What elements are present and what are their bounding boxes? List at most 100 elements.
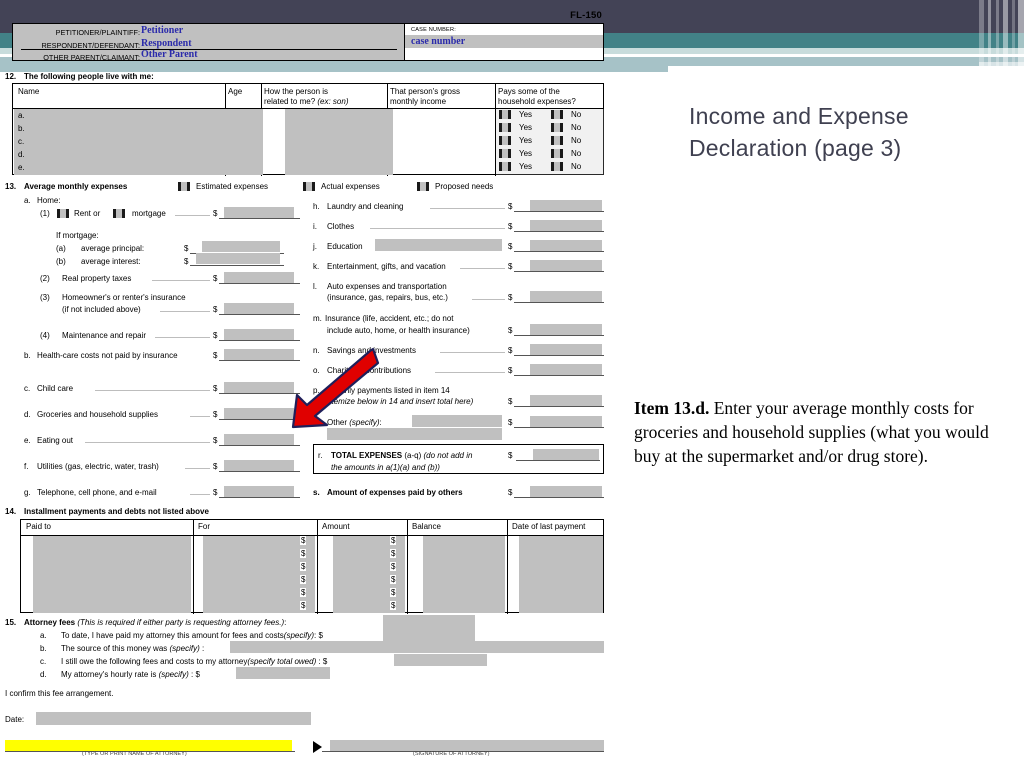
dollar-sign: $ [213,488,218,497]
item12-yes-label: Yes [519,162,533,171]
item15d-rate-field[interactable] [236,667,330,679]
item12-no-label: No [571,110,582,119]
item14-number: 14. [5,507,17,516]
rent-checkbox[interactable] [57,209,69,218]
item12-no-checkbox[interactable] [551,123,563,132]
respondent-value: Respondent [141,37,192,49]
item12-yes-checkbox[interactable] [499,110,511,119]
maintenance-field[interactable] [224,329,294,340]
attorney-signature-field[interactable] [330,740,604,751]
item12-yes-checkbox[interactable] [499,136,511,145]
savings-field[interactable] [530,344,602,355]
item13h-text: Laundry and cleaning [327,202,404,211]
total-expenses-range: (a-q) [404,451,422,460]
paid-by-others-field[interactable] [530,486,602,497]
dollar-sign: $ [508,202,513,211]
item12-no-checkbox[interactable] [551,110,563,119]
item12-row-letter: c. [18,137,25,146]
clothes-field[interactable] [530,220,602,231]
item12-yes-label: Yes [519,110,533,119]
attorney-fees-colon: : [284,618,287,627]
item12-yes-label: Yes [519,123,533,132]
dollar-sign: $ [213,384,218,393]
item12-income-cells[interactable] [285,109,393,175]
item13r-line1: TOTAL EXPENSES (a-q) (do not add in [331,451,472,460]
item13a2-text: Real property taxes [62,274,132,283]
item14-date-cells[interactable] [519,536,603,613]
item13b-text: Health-care costs not paid by insurance [37,351,178,360]
item13m-text: Insurance (life, accident, etc.; do not [325,314,454,323]
item14-table [20,519,604,614]
item12-yes-checkbox[interactable] [499,162,511,171]
charitable-field[interactable] [530,364,602,375]
healthcare-field[interactable] [224,349,294,360]
childcare-field[interactable] [224,382,294,393]
item13a3-text2: (if not included above) [62,305,141,314]
insurance-field[interactable] [530,324,602,335]
telephone-field[interactable] [224,486,294,497]
item12-col-age: Age [228,87,243,96]
item14-balance-cells[interactable] [423,536,505,613]
avg-interest-field[interactable] [196,253,280,264]
actual-expenses-checkbox[interactable] [303,182,315,191]
item12-row-letter: a. [18,111,25,120]
entertainment-field[interactable] [530,260,602,271]
rent-label: Rent or [74,209,101,218]
dollar-sign: $ [213,410,218,419]
rent-amount-field[interactable] [224,207,294,218]
case-number-value: case number [411,36,466,47]
item13s-text: Amount of expenses paid by others [327,488,463,497]
item15d-key: d. [40,670,47,679]
item14-amount-dollar: $ [300,562,307,571]
item12-relation-cells[interactable] [139,109,263,175]
item12-yes-checkbox[interactable] [499,123,511,132]
item14-heading: Installment payments and debts not liste… [24,507,209,516]
item14-for-cells[interactable] [203,536,315,613]
case-number-label: CASE NUMBER: [411,27,456,33]
item13m-key: m. [313,314,322,323]
groceries-field[interactable] [224,408,294,419]
estimated-expenses-checkbox[interactable] [178,182,190,191]
fee-confirmation-text: I confirm this fee arrangement. [5,689,114,698]
item14-amount-dollar: $ [300,536,307,545]
item14-balance-dollar: $ [390,601,397,610]
header-stripe-mask [979,62,1024,72]
laundry-field[interactable] [530,200,602,211]
attorney-name-highlight[interactable] [5,740,292,751]
item14-amount-dollar: $ [300,549,307,558]
auto-expenses-field[interactable] [530,291,602,302]
form-number: FL-150 [570,10,602,21]
item13a3-text: Homeowner's or renter's insurance [62,293,186,302]
item12-no-checkbox[interactable] [551,136,563,145]
item14-col-paidto: Paid to [26,522,51,531]
avg-principal-field[interactable] [202,241,280,252]
item15c-owed-field[interactable] [394,654,487,666]
date-field[interactable] [36,712,311,725]
property-taxes-field[interactable] [224,272,294,283]
item13m-text2: include auto, home, or health insurance) [327,326,470,335]
installment-total-field[interactable] [530,395,602,406]
total-expenses-field[interactable] [533,449,599,460]
utilities-field[interactable] [224,460,294,471]
item14-col-amount: Amount [322,522,350,531]
item13h-key: h. [313,202,320,211]
education-note-field[interactable] [375,239,502,251]
item12-no-checkbox[interactable] [551,149,563,158]
other-specify-field-1[interactable] [412,415,502,427]
education-field[interactable] [530,240,602,251]
eating-out-field[interactable] [224,434,294,445]
dollar-sign: $ [213,274,218,283]
item13a2-key: (2) [40,274,50,283]
item12-yes-checkbox[interactable] [499,149,511,158]
item12-no-checkbox[interactable] [551,162,563,171]
item12-pays-cells[interactable] [496,109,604,175]
proposed-needs-checkbox[interactable] [417,182,429,191]
other-amount-field[interactable] [530,416,602,427]
item14-paidto-cells[interactable] [33,536,191,613]
home-insurance-field[interactable] [224,303,294,314]
item15b-source-field[interactable] [230,641,604,653]
item12-number: 12. [5,72,17,81]
caption-block: PETITIONER/PLAINTIFF: Petitioner RESPOND… [12,23,604,62]
item15b-tail: : [199,644,205,653]
mortgage-checkbox[interactable] [113,209,125,218]
